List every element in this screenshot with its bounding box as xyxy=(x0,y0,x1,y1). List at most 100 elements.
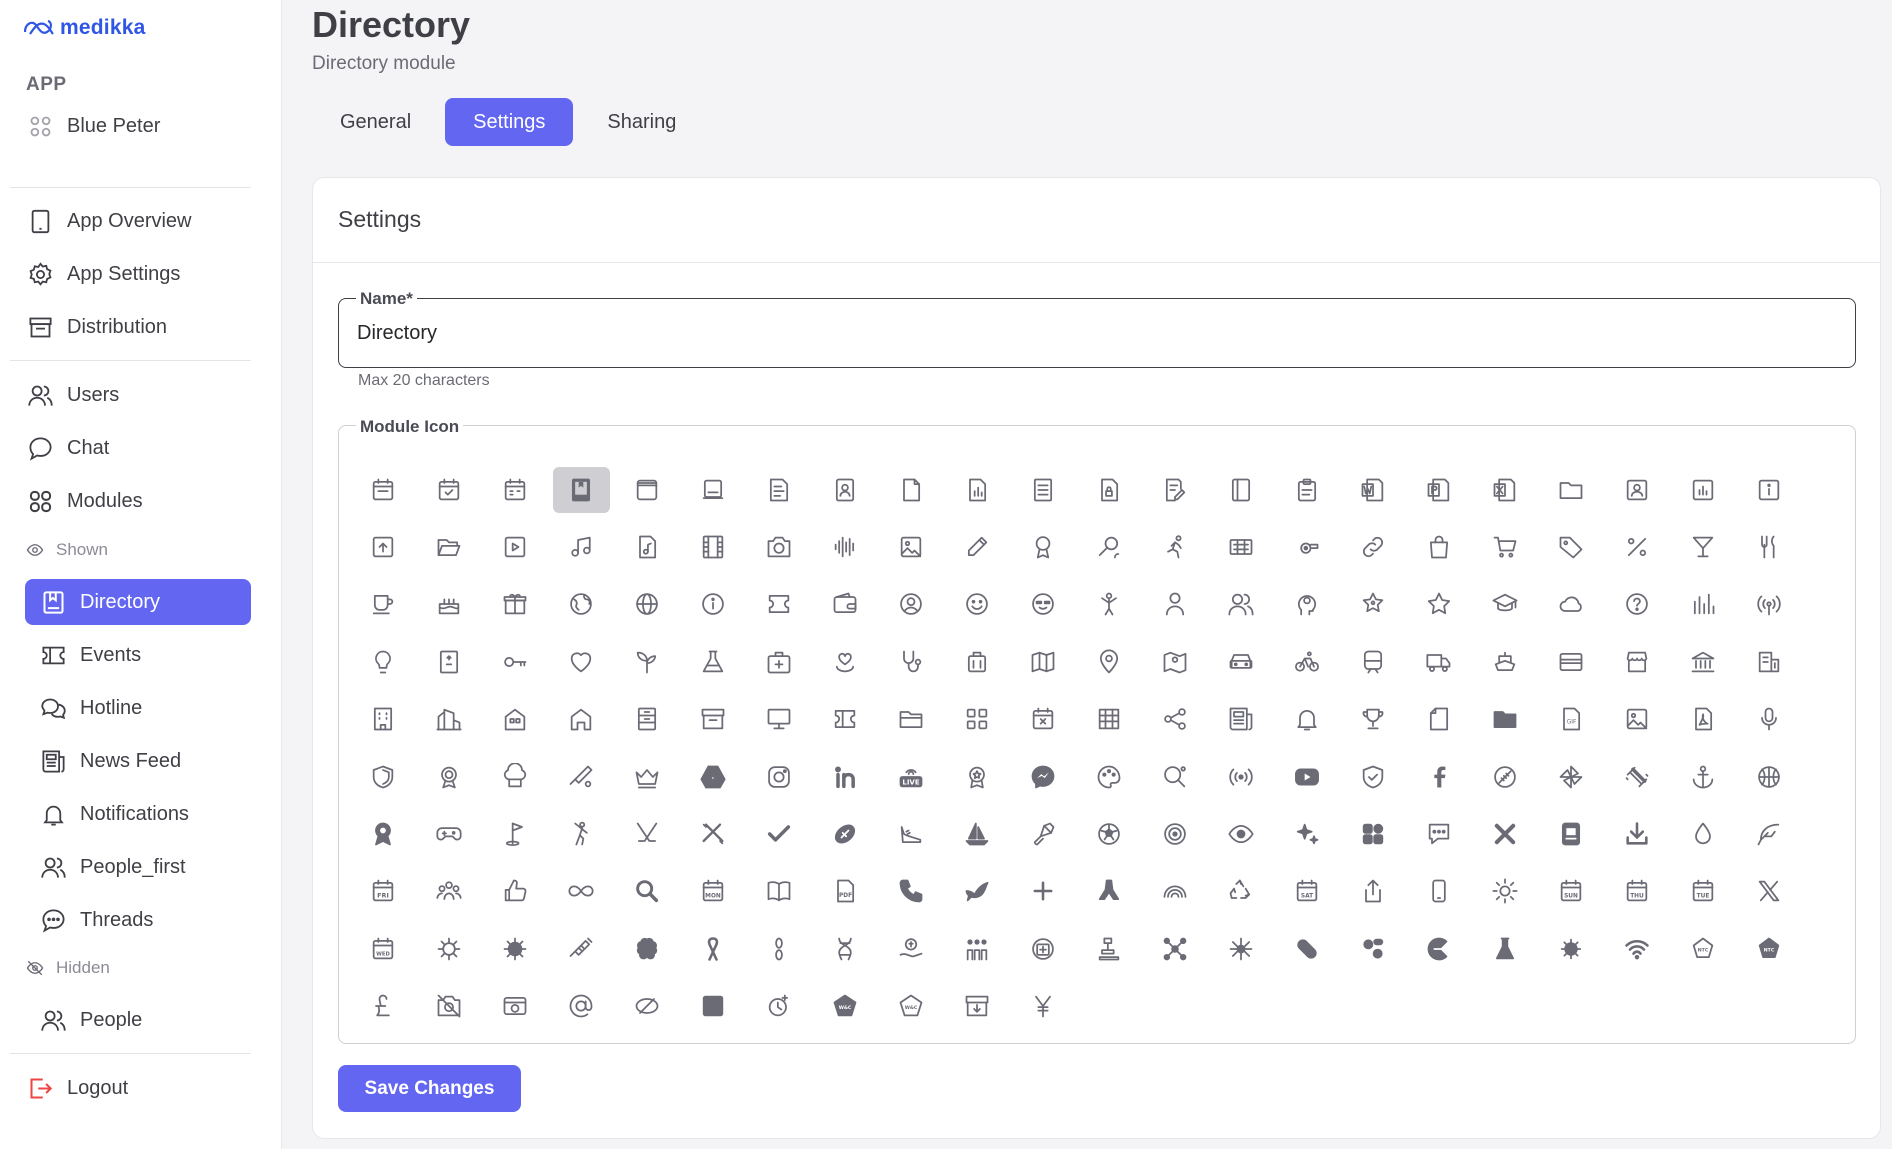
module-icon-option[interactable] xyxy=(878,518,944,575)
module-icon-option[interactable] xyxy=(812,576,878,633)
module-icon-option[interactable] xyxy=(548,461,614,518)
module-icon-option[interactable] xyxy=(944,863,1010,920)
logout-button[interactable]: Logout xyxy=(25,1065,251,1111)
module-icon-option[interactable] xyxy=(1670,576,1736,633)
sidebar-item-app-settings[interactable]: App Settings xyxy=(25,251,251,297)
sidebar-item-people[interactable]: People xyxy=(25,997,251,1043)
module-icon-option[interactable] xyxy=(416,805,482,862)
module-icon-option[interactable] xyxy=(1010,518,1076,575)
module-icon-option[interactable]: THU xyxy=(1604,863,1670,920)
module-icon-option[interactable] xyxy=(1208,920,1274,977)
module-icon-option[interactable] xyxy=(416,691,482,748)
module-icon-option[interactable] xyxy=(1274,633,1340,690)
module-icon-option[interactable] xyxy=(482,576,548,633)
module-icon-option[interactable] xyxy=(482,461,548,518)
module-icon-option[interactable] xyxy=(614,920,680,977)
module-icon-option[interactable] xyxy=(1076,576,1142,633)
module-icon-option[interactable] xyxy=(548,518,614,575)
module-icon-option[interactable] xyxy=(1670,748,1736,805)
module-icon-option[interactable] xyxy=(878,691,944,748)
module-icon-option[interactable] xyxy=(416,920,482,977)
sidebar-item-app-overview[interactable]: App Overview xyxy=(25,198,251,244)
module-icon-option[interactable] xyxy=(1538,805,1604,862)
module-icon-option[interactable] xyxy=(482,920,548,977)
module-icon-option[interactable] xyxy=(944,576,1010,633)
module-icon-option[interactable] xyxy=(1208,518,1274,575)
module-icon-option[interactable] xyxy=(1538,920,1604,977)
module-icon-option[interactable] xyxy=(680,518,746,575)
module-icon-option[interactable] xyxy=(548,978,614,1035)
module-icon-option[interactable] xyxy=(1736,691,1802,748)
module-icon-option[interactable] xyxy=(1472,863,1538,920)
module-icon-option[interactable] xyxy=(1142,691,1208,748)
module-icon-option[interactable] xyxy=(1736,576,1802,633)
module-icon-option[interactable] xyxy=(416,576,482,633)
module-icon-option[interactable] xyxy=(614,805,680,862)
module-icon-option[interactable] xyxy=(1472,805,1538,862)
module-icon-option[interactable] xyxy=(416,863,482,920)
module-icon-option[interactable] xyxy=(1010,863,1076,920)
module-icon-option[interactable]: PDF xyxy=(812,863,878,920)
module-icon-option[interactable] xyxy=(1604,461,1670,518)
module-icon-option[interactable] xyxy=(1274,748,1340,805)
module-icon-option[interactable] xyxy=(1076,748,1142,805)
module-icon-option[interactable] xyxy=(1406,633,1472,690)
module-icon-option[interactable] xyxy=(812,633,878,690)
module-icon-option[interactable] xyxy=(944,920,1010,977)
module-icon-option[interactable] xyxy=(812,920,878,977)
module-icon-option[interactable] xyxy=(1736,633,1802,690)
module-icon-option[interactable] xyxy=(1274,576,1340,633)
module-icon-option[interactable] xyxy=(746,576,812,633)
module-icon-option[interactable] xyxy=(1670,461,1736,518)
name-field[interactable] xyxy=(357,320,1837,346)
sidebar-item-events[interactable]: Events xyxy=(25,632,251,678)
module-icon-option[interactable] xyxy=(1010,978,1076,1035)
module-icon-option[interactable] xyxy=(1736,863,1802,920)
module-icon-option[interactable] xyxy=(1340,920,1406,977)
module-icon-option[interactable] xyxy=(482,691,548,748)
module-icon-option[interactable] xyxy=(680,576,746,633)
module-icon-option[interactable] xyxy=(1010,805,1076,862)
module-icon-option[interactable] xyxy=(416,978,482,1035)
module-icon-option[interactable] xyxy=(1340,863,1406,920)
module-icon-option[interactable] xyxy=(812,518,878,575)
module-icon-option[interactable] xyxy=(680,633,746,690)
module-icon-option[interactable] xyxy=(1340,518,1406,575)
module-icon-option[interactable] xyxy=(1406,748,1472,805)
module-icon-option[interactable] xyxy=(1670,805,1736,862)
module-icon-option[interactable] xyxy=(746,978,812,1035)
sidebar-item-distribution[interactable]: Distribution xyxy=(25,304,251,350)
module-icon-option[interactable] xyxy=(1208,461,1274,518)
module-icon-option[interactable] xyxy=(548,805,614,862)
tab-sharing[interactable]: Sharing xyxy=(579,98,704,146)
module-icon-option[interactable] xyxy=(482,748,548,805)
module-icon-option[interactable] xyxy=(1142,518,1208,575)
module-icon-option[interactable] xyxy=(350,518,416,575)
module-icon-option[interactable] xyxy=(350,805,416,862)
module-icon-option[interactable] xyxy=(746,461,812,518)
module-icon-option[interactable] xyxy=(416,518,482,575)
module-icon-option[interactable] xyxy=(680,978,746,1035)
module-icon-option[interactable] xyxy=(1076,863,1142,920)
module-icon-option[interactable] xyxy=(1604,920,1670,977)
module-icon-option[interactable] xyxy=(746,518,812,575)
module-icon-option[interactable]: NTC xyxy=(1736,920,1802,977)
module-icon-option[interactable] xyxy=(1208,691,1274,748)
module-icon-option[interactable] xyxy=(1406,576,1472,633)
module-icon-option[interactable] xyxy=(548,920,614,977)
module-icon-option[interactable] xyxy=(746,691,812,748)
module-icon-option[interactable] xyxy=(1406,920,1472,977)
module-icon-option[interactable] xyxy=(1406,691,1472,748)
module-icon-option[interactable] xyxy=(350,576,416,633)
module-icon-option[interactable] xyxy=(1010,461,1076,518)
module-icon-option[interactable] xyxy=(614,518,680,575)
module-icon-option[interactable] xyxy=(350,461,416,518)
module-icon-option[interactable] xyxy=(1670,518,1736,575)
module-icon-option[interactable] xyxy=(746,805,812,862)
module-icon-option[interactable] xyxy=(812,805,878,862)
module-icon-option[interactable] xyxy=(614,461,680,518)
module-icon-option[interactable] xyxy=(1406,805,1472,862)
module-icon-option[interactable] xyxy=(350,633,416,690)
module-icon-option[interactable] xyxy=(548,748,614,805)
module-icon-option[interactable] xyxy=(482,518,548,575)
